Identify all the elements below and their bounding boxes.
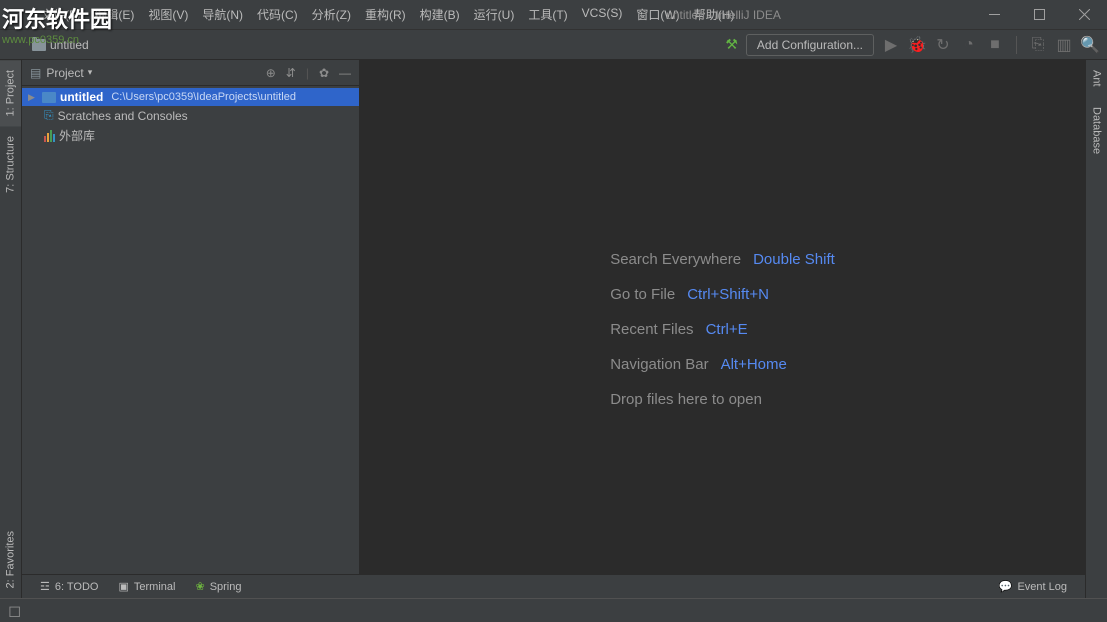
separator: |	[306, 66, 309, 80]
window-controls	[972, 0, 1107, 30]
project-tool-window: ▤ Project ▾ ⊕ ⇵ | ✿ — ▶ untitled C:\User…	[22, 60, 360, 598]
scratches-icon: ⎘	[44, 108, 54, 123]
menu-edit[interactable]: 编辑(E)	[88, 2, 140, 27]
terminal-icon: ▣	[118, 580, 128, 593]
hint-drop-files: Drop files here to open	[610, 391, 835, 408]
build-icon[interactable]: ⚒	[725, 36, 738, 53]
editor-empty-state[interactable]: Search Everywhere Double Shift Go to Fil…	[360, 60, 1085, 598]
menu-code[interactable]: 代码(C)	[251, 2, 304, 27]
libraries-icon	[44, 130, 55, 142]
run-config-button[interactable]: Add Configuration...	[746, 34, 874, 56]
locate-icon[interactable]: ⊕	[266, 66, 276, 80]
debug-icon[interactable]: 🐞	[908, 36, 926, 54]
hint-recent-files: Recent Files Ctrl+E	[610, 321, 835, 338]
tab-spring[interactable]: ❀ Spring	[185, 580, 251, 593]
coverage-icon[interactable]: ↻	[934, 36, 952, 54]
tree-scratches-label: Scratches and Consoles	[58, 109, 188, 123]
status-bar: ◻	[0, 598, 1107, 622]
editor-hints: Search Everywhere Double Shift Go to Fil…	[610, 251, 835, 408]
menu-vcs[interactable]: VCS(S)	[576, 2, 629, 27]
project-panel-header: ▤ Project ▾ ⊕ ⇵ | ✿ —	[22, 60, 359, 86]
separator	[1016, 36, 1017, 54]
right-tool-gutter: Ant Database	[1085, 60, 1107, 598]
bottom-tool-tabs: ☲ 6: TODO ▣ Terminal ❀ Spring 💬 Event Lo…	[22, 574, 1085, 598]
event-log-icon: 💬	[999, 580, 1013, 593]
collapse-icon[interactable]: ⇵	[286, 66, 296, 80]
tab-database[interactable]: Database	[1086, 97, 1107, 164]
minimize-button[interactable]	[972, 0, 1017, 30]
tab-structure[interactable]: 7: Structure	[0, 126, 21, 203]
tree-external-row[interactable]: 外部库	[22, 125, 359, 146]
left-tool-gutter: 1: Project 7: Structure 2: Favorites	[0, 60, 22, 598]
breadcrumb-project: untitled	[50, 38, 89, 52]
tab-terminal[interactable]: ▣ Terminal	[108, 580, 185, 593]
project-structure-icon[interactable]: ▥	[1055, 36, 1073, 54]
tree-external-label: 外部库	[59, 127, 95, 144]
menu-build[interactable]: 构建(B)	[414, 2, 466, 27]
tab-todo[interactable]: ☲ 6: TODO	[30, 580, 108, 593]
menu-bar: 文件(F) 编辑(E) 视图(V) 导航(N) 代码(C) 分析(Z) 重构(R…	[35, 2, 740, 27]
vcs-update-icon[interactable]: ⎘	[1029, 36, 1047, 54]
toolbar-right: ⚒ Add Configuration... ▶ 🐞 ↻ ◔ ■ ⎘ ▥ 🔍	[725, 34, 1099, 56]
close-button[interactable]	[1062, 0, 1107, 30]
menu-run[interactable]: 运行(U)	[468, 2, 521, 27]
hide-icon[interactable]: —	[339, 66, 351, 80]
todo-icon: ☲	[40, 580, 50, 593]
tab-event-log[interactable]: 💬 Event Log	[989, 580, 1077, 593]
breadcrumb[interactable]: untitled	[32, 38, 89, 52]
search-icon[interactable]: 🔍	[1081, 36, 1099, 54]
folder-icon	[32, 39, 46, 51]
tree-root-row[interactable]: ▶ untitled C:\Users\pc0359\IdeaProjects\…	[22, 88, 359, 106]
hint-nav-bar: Navigation Bar Alt+Home	[610, 356, 835, 373]
stop-icon[interactable]: ■	[986, 36, 1004, 54]
tree-scratches-row[interactable]: ⎘ Scratches and Consoles	[22, 106, 359, 125]
spring-icon: ❀	[195, 580, 204, 593]
project-panel-icon: ▤	[30, 66, 41, 80]
hint-search-everywhere: Search Everywhere Double Shift	[610, 251, 835, 268]
window-title: untitled - IntelliJ IDEA	[666, 8, 781, 22]
menu-refactor[interactable]: 重构(R)	[359, 2, 412, 27]
project-panel-title[interactable]: Project	[46, 66, 83, 80]
main-area: 1: Project 7: Structure 2: Favorites ▤ P…	[0, 60, 1107, 598]
tree-root-name: untitled	[60, 90, 103, 104]
menu-navigate[interactable]: 导航(N)	[196, 2, 249, 27]
run-icon[interactable]: ▶	[882, 36, 900, 54]
menu-tools[interactable]: 工具(T)	[522, 2, 573, 27]
tree-root-path: C:\Users\pc0359\IdeaProjects\untitled	[111, 91, 296, 103]
navigation-toolbar: untitled ⚒ Add Configuration... ▶ 🐞 ↻ ◔ …	[0, 30, 1107, 60]
title-bar: 文件(F) 编辑(E) 视图(V) 导航(N) 代码(C) 分析(Z) 重构(R…	[0, 0, 1107, 30]
menu-view[interactable]: 视图(V)	[142, 2, 194, 27]
maximize-button[interactable]	[1017, 0, 1062, 30]
tab-project[interactable]: 1: Project	[0, 60, 21, 126]
hint-goto-file: Go to File Ctrl+Shift+N	[610, 286, 835, 303]
tab-ant[interactable]: Ant	[1086, 60, 1107, 97]
menu-file[interactable]: 文件(F)	[35, 2, 86, 27]
chevron-down-icon[interactable]: ▾	[88, 67, 93, 78]
profile-icon[interactable]: ◔	[960, 36, 978, 54]
project-tree: ▶ untitled C:\Users\pc0359\IdeaProjects\…	[22, 86, 359, 148]
toolwindow-quick-access-icon[interactable]: ◻	[8, 601, 21, 621]
expand-arrow-icon[interactable]: ▶	[28, 92, 38, 103]
project-panel-tools: ⊕ ⇵ | ✿ —	[266, 66, 351, 80]
module-folder-icon	[42, 92, 56, 103]
tab-favorites[interactable]: 2: Favorites	[0, 521, 21, 598]
menu-analyze[interactable]: 分析(Z)	[306, 2, 357, 27]
gear-icon[interactable]: ✿	[319, 66, 329, 80]
